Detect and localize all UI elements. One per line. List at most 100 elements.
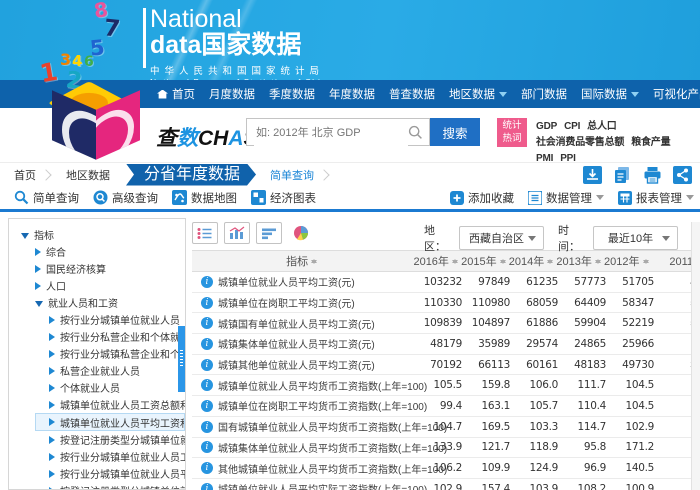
expand-icon[interactable] xyxy=(49,418,55,426)
col-header-2015[interactable]: 2015年 xyxy=(460,253,508,269)
nav-item-visualization[interactable]: 可视化产品 xyxy=(646,86,700,102)
tree-item-employment-wages[interactable]: 就业人员和工资 xyxy=(9,294,185,311)
breadcrumb-simple-query[interactable]: 简单查询 xyxy=(256,167,324,183)
info-icon[interactable] xyxy=(201,359,213,371)
hot-word[interactable]: 社会消费品零售总额 xyxy=(536,135,624,151)
data-management-menu[interactable]: 数据管理 xyxy=(528,190,604,206)
search-button[interactable]: 搜索 xyxy=(430,118,480,146)
expand-icon[interactable] xyxy=(49,367,55,375)
sort-icon[interactable] xyxy=(500,256,507,267)
report-management-menu[interactable]: 报表管理 xyxy=(618,190,694,206)
info-icon[interactable] xyxy=(201,297,213,309)
expand-icon[interactable] xyxy=(49,333,55,341)
info-icon[interactable] xyxy=(201,338,213,350)
sidebar-scrollbar[interactable] xyxy=(178,326,185,392)
download-icon[interactable] xyxy=(583,166,602,184)
advanced-query-tab[interactable]: 高级查询 xyxy=(93,190,158,206)
data-map-tab[interactable]: 数据地图 xyxy=(172,190,237,206)
tree-item[interactable]: 按行业分城镇单位就业人员平均工资 xyxy=(9,465,185,482)
pie-chart-view-button[interactable] xyxy=(288,222,314,244)
economic-charts-tab[interactable]: 经济图表 xyxy=(251,190,316,206)
tree-item[interactable]: 综合 xyxy=(9,243,185,260)
col-header-2011[interactable]: 2011年 xyxy=(651,253,693,269)
col-header-2012[interactable]: 2012年 xyxy=(603,253,651,269)
breadcrumb-provincial-annual[interactable]: 分省年度数据 xyxy=(126,164,256,186)
breadcrumb-regional-data[interactable]: 地区数据 xyxy=(50,167,120,183)
nav-item-department-data[interactable]: 部门数据 xyxy=(514,86,574,102)
expand-icon[interactable] xyxy=(35,282,41,290)
tree-item[interactable]: 按行业分城镇单位就业人员 xyxy=(9,311,185,328)
value-cell: 29574 xyxy=(510,338,558,350)
hot-word[interactable]: CPI xyxy=(564,119,580,135)
copy-icon[interactable] xyxy=(613,166,632,184)
value-cell: 100.5 xyxy=(654,400,692,412)
nav-item-regional-data[interactable]: 地区数据 xyxy=(442,86,514,102)
share-icon[interactable] xyxy=(673,166,692,184)
collapse-icon[interactable] xyxy=(21,233,29,239)
hot-word[interactable]: GDP xyxy=(536,119,557,135)
expand-icon[interactable] xyxy=(49,470,55,478)
list-view-button[interactable] xyxy=(192,222,218,244)
hot-word[interactable]: 总人口 xyxy=(587,119,616,135)
nav-item-annual-data[interactable]: 年度数据 xyxy=(322,86,382,102)
expand-icon[interactable] xyxy=(49,436,55,444)
sort-icon[interactable] xyxy=(595,256,602,267)
col-header-2014[interactable]: 2014年 xyxy=(508,253,556,269)
time-select[interactable]: 最近10年 xyxy=(593,226,678,250)
tree-item[interactable]: 按行业分城镇私营企业和个体就业人员 xyxy=(9,345,185,362)
info-icon[interactable] xyxy=(201,276,213,288)
expand-icon[interactable] xyxy=(35,265,41,273)
sort-icon[interactable] xyxy=(643,256,650,267)
info-icon[interactable] xyxy=(201,421,213,433)
expand-icon[interactable] xyxy=(49,384,55,392)
info-icon[interactable] xyxy=(201,379,213,391)
value-cell: 104.5 xyxy=(606,400,654,412)
nav-item-international-data[interactable]: 国际数据 xyxy=(574,86,646,102)
col-header-2016[interactable]: 2016年 xyxy=(412,253,460,269)
sort-icon[interactable] xyxy=(452,256,459,267)
col-header-2013[interactable]: 2013年 xyxy=(555,253,603,269)
sort-icon[interactable] xyxy=(311,256,318,267)
tree-item[interactable]: 人口 xyxy=(9,277,185,294)
add-favorite-button[interactable]: 添加收藏 xyxy=(450,190,514,206)
table-scrollbar[interactable] xyxy=(691,222,700,490)
print-icon[interactable] xyxy=(643,166,662,184)
search-icon[interactable] xyxy=(408,125,423,140)
tree-item[interactable]: 按登记注册类型分城镇单位就业人员平均 xyxy=(9,482,185,490)
simple-query-tab[interactable]: 简单查询 xyxy=(14,190,79,206)
hbar-chart-view-button[interactable] xyxy=(256,222,282,244)
bar-chart-view-button[interactable] xyxy=(224,222,250,244)
list-view-icon xyxy=(197,227,213,240)
info-icon[interactable] xyxy=(201,441,213,453)
tree-item[interactable]: 城镇单位就业人员工资总额和指数 xyxy=(9,396,185,413)
expand-icon[interactable] xyxy=(49,350,55,358)
chevron-down-icon xyxy=(596,195,604,204)
hot-word[interactable]: 粮食产量 xyxy=(631,135,670,151)
tree-item-selected[interactable]: 城镇单位就业人员平均工资和指数 xyxy=(35,413,185,431)
tree-item[interactable]: 按行业分私营企业和个体就业人员 xyxy=(9,328,185,345)
expand-icon[interactable] xyxy=(49,316,55,324)
value-cell: 97849 xyxy=(462,276,510,288)
tree-item[interactable]: 私营企业就业人员 xyxy=(9,362,185,379)
region-select[interactable]: 西藏自治区 xyxy=(459,226,544,250)
expand-icon[interactable] xyxy=(49,487,55,490)
nav-item-census-data[interactable]: 普查数据 xyxy=(382,86,442,102)
tree-item[interactable]: 个体就业人员 xyxy=(9,379,185,396)
search-input[interactable] xyxy=(254,120,408,146)
collapse-icon[interactable] xyxy=(35,301,43,307)
sort-icon[interactable] xyxy=(547,256,554,267)
expand-icon[interactable] xyxy=(49,453,55,461)
info-icon[interactable] xyxy=(201,317,213,329)
tree-item[interactable]: 按登记注册类型分城镇单位就业人员工资 xyxy=(9,431,185,448)
info-icon[interactable] xyxy=(201,462,213,474)
info-icon[interactable] xyxy=(201,400,213,412)
col-header-indicator[interactable]: 指标 xyxy=(192,253,412,269)
nav-item-quarterly-data[interactable]: 季度数据 xyxy=(262,86,322,102)
info-icon[interactable] xyxy=(201,483,213,490)
tree-item-indicators[interactable]: 指标 xyxy=(9,226,185,243)
tree-item[interactable]: 国民经济核算 xyxy=(9,260,185,277)
expand-icon[interactable] xyxy=(35,248,41,256)
tree-item[interactable]: 按行业分城镇单位就业人员工资总额 xyxy=(9,448,185,465)
expand-icon[interactable] xyxy=(49,401,55,409)
nav-item-monthly-data[interactable]: 月度数据 xyxy=(202,86,262,102)
